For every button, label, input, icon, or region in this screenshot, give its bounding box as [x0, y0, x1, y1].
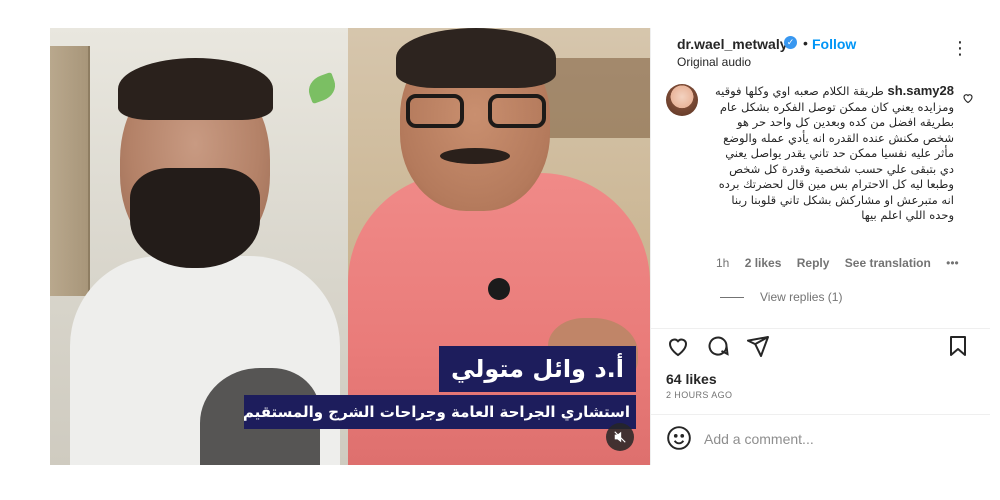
see-translation-button[interactable]: See translation	[845, 256, 931, 270]
reply-button[interactable]: Reply	[797, 256, 830, 270]
bookmark-icon[interactable]	[946, 334, 974, 362]
post-header: dr.wael_metwaly ✓ • Follow Original audi…	[650, 28, 990, 78]
view-replies-button[interactable]: View replies (1)	[720, 290, 842, 304]
caption-speaker-name: أ.د وائل متولي	[439, 346, 636, 392]
comment-body: sh.samy28 طريقة الكلام صعبه اوي وكلها فو…	[714, 83, 954, 224]
comment-item: sh.samy28 طريقة الكلام صعبه اوي وكلها فو…	[650, 80, 990, 310]
replies-line	[720, 297, 744, 299]
post-side-panel: dr.wael_metwaly ✓ • Follow Original audi…	[650, 28, 990, 465]
likes-count[interactable]: 64 likes	[666, 371, 717, 387]
comment-more-icon[interactable]: •••	[946, 256, 959, 270]
speaker-muted-icon[interactable]	[606, 423, 634, 451]
more-horizontal-icon[interactable]: ⋮	[951, 38, 970, 59]
avatar[interactable]	[666, 84, 698, 116]
comment-username[interactable]: sh.samy28	[888, 83, 955, 98]
actions-divider	[650, 328, 990, 329]
comment-meta: 1h 2 likes Reply See translation •••	[716, 256, 971, 270]
heart-icon[interactable]	[666, 334, 694, 362]
comment-time: 1h	[716, 256, 730, 270]
view-replies-label: View replies (1)	[760, 290, 843, 304]
original-audio-link[interactable]: Original audio	[677, 55, 751, 69]
post-media[interactable]: أ.د وائل متولي استشاري الجراحة العامة وج…	[50, 28, 650, 465]
header-separator: •	[803, 35, 808, 51]
add-comment-bar	[650, 415, 990, 465]
post-timestamp: 2 HOURS AGO	[666, 390, 733, 400]
comment-input[interactable]	[704, 427, 964, 451]
follow-button[interactable]: Follow	[812, 36, 856, 52]
author-username[interactable]: dr.wael_metwaly	[677, 36, 788, 52]
comment-likes[interactable]: 2 likes	[745, 256, 782, 270]
post-actions	[650, 334, 990, 366]
comment-text: طريقة الكلام صعبه اوي وكلها فوقيه ومزايد…	[714, 84, 954, 222]
verified-badge-icon: ✓	[784, 36, 797, 49]
caption-speaker-title: استشاري الجراحة العامة وجراحات الشرج وال…	[244, 395, 636, 429]
smiley-icon[interactable]	[666, 425, 692, 451]
comment-bubble-icon[interactable]	[706, 334, 734, 362]
paper-plane-icon[interactable]	[746, 334, 774, 362]
microphone-icon	[488, 278, 510, 300]
heart-outline-icon[interactable]	[962, 92, 974, 107]
